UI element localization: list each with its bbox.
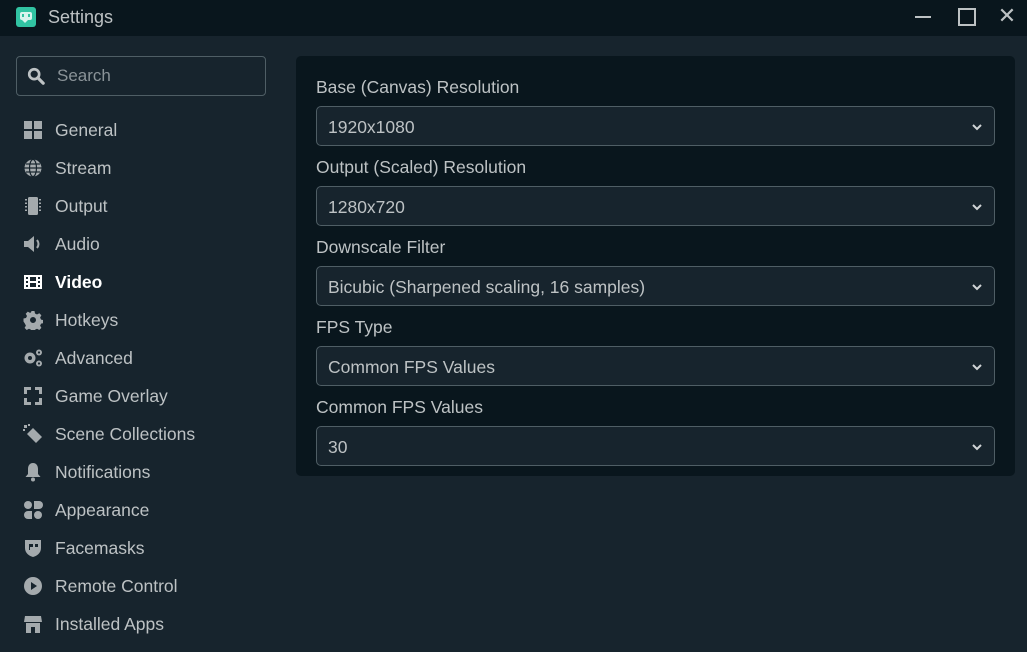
sidebar-item-label: Facemasks [55, 537, 145, 558]
sidebar-item-label: Stream [55, 157, 112, 178]
select-value: 1280x720 [328, 197, 405, 217]
common-fps-label: Common FPS Values [316, 397, 483, 417]
gears-icon [23, 348, 43, 368]
chevron-down-icon [972, 364, 982, 371]
bell-icon [23, 462, 43, 482]
maximize-button[interactable] [950, 4, 980, 30]
sidebar-item-stream[interactable]: Stream [16, 149, 276, 187]
downscale-filter-label: Downscale Filter [316, 237, 446, 257]
common-fps-select[interactable]: 30 [316, 426, 995, 466]
sidebar-item-label: Game Overlay [55, 385, 168, 406]
film-icon [23, 272, 43, 292]
sidebar-item-installed-apps[interactable]: Installed Apps [16, 605, 276, 643]
store-icon [23, 614, 43, 634]
sidebar-item-label: Output [55, 195, 108, 216]
video-settings-panel: Base (Canvas) Resolution 1920x1080 Outpu… [296, 56, 1015, 476]
search-icon [27, 67, 45, 85]
sidebar-item-label: Installed Apps [55, 613, 164, 634]
sidebar-item-remote-control[interactable]: Remote Control [16, 567, 276, 605]
search-input[interactable] [57, 57, 257, 95]
select-value: Bicubic (Sharpened scaling, 16 samples) [328, 277, 646, 297]
window-title: Settings [48, 7, 114, 27]
sidebar-item-hotkeys[interactable]: Hotkeys [16, 301, 276, 339]
gear-icon [23, 310, 43, 330]
output-resolution-label: Output (Scaled) Resolution [316, 157, 527, 177]
sidebar-item-notifications[interactable]: Notifications [16, 453, 276, 491]
sidebar-item-label: Appearance [55, 499, 150, 520]
sidebar-item-label: Video [55, 271, 103, 292]
sidebar-item-game-overlay[interactable]: Game Overlay [16, 377, 276, 415]
base-resolution-select[interactable]: 1920x1080 [316, 106, 995, 146]
sidebar-item-video[interactable]: Video [16, 263, 276, 301]
output-resolution-select[interactable]: 1280x720 [316, 186, 995, 226]
search-box [16, 56, 266, 96]
chevron-down-icon [972, 444, 982, 451]
select-value: 1920x1080 [328, 117, 415, 137]
sidebar-item-label: Advanced [55, 347, 133, 368]
sidebar-item-audio[interactable]: Audio [16, 225, 276, 263]
sidebar-item-facemasks[interactable]: Facemasks [16, 529, 276, 567]
fps-type-select[interactable]: Common FPS Values [316, 346, 995, 386]
magic-wand-icon [23, 424, 43, 444]
chevron-down-icon [972, 204, 982, 211]
sidebar-item-label: Audio [55, 233, 100, 254]
sidebar-item-label: Remote Control [55, 575, 178, 596]
close-button[interactable]: ✕ [992, 4, 1022, 30]
grid-icon [23, 120, 43, 140]
streamlabs-icon [16, 7, 36, 27]
mask-icon [23, 538, 43, 558]
title-bar: Settings ✕ [0, 0, 1027, 36]
base-resolution-label: Base (Canvas) Resolution [316, 77, 520, 97]
minimize-button[interactable] [908, 4, 938, 30]
sidebar-item-advanced[interactable]: Advanced [16, 339, 276, 377]
shapes-icon [23, 500, 43, 520]
downscale-filter-select[interactable]: Bicubic (Sharpened scaling, 16 samples) [316, 266, 995, 306]
expand-icon [23, 386, 43, 406]
settings-sidebar: General Stream Output Audio Video Hotkey… [16, 111, 276, 643]
select-value: 30 [328, 437, 348, 457]
sidebar-item-appearance[interactable]: Appearance [16, 491, 276, 529]
sidebar-item-label: Hotkeys [55, 309, 119, 330]
sidebar-item-label: General [55, 119, 118, 140]
play-circle-icon [23, 576, 43, 596]
close-icon: ✕ [997, 3, 1017, 28]
select-value: Common FPS Values [328, 357, 495, 377]
globe-icon [23, 158, 43, 178]
chip-icon [23, 196, 43, 216]
chevron-down-icon [972, 124, 982, 131]
sidebar-item-output[interactable]: Output [16, 187, 276, 225]
speaker-icon [23, 234, 43, 254]
sidebar-item-label: Scene Collections [55, 423, 196, 444]
fps-type-label: FPS Type [316, 317, 393, 337]
sidebar-item-general[interactable]: General [16, 111, 276, 149]
sidebar-item-scene-collections[interactable]: Scene Collections [16, 415, 276, 453]
chevron-down-icon [972, 284, 982, 291]
sidebar-item-label: Notifications [55, 461, 151, 482]
